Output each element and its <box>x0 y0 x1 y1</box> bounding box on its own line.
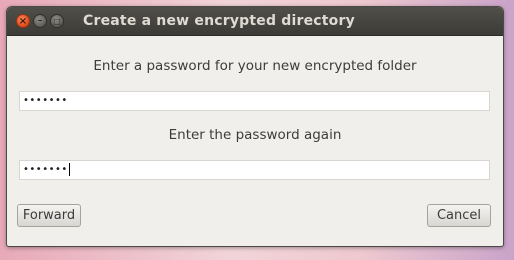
password-prompt-label: Enter a password for your new encrypted … <box>93 58 417 74</box>
window-title: Create a new encrypted directory <box>83 13 355 29</box>
confirm-password-prompt-label: Enter the password again <box>168 127 342 143</box>
confirm-password-field[interactable]: ••••••• <box>19 160 490 180</box>
text-caret <box>68 162 70 176</box>
confirm-password-field-value: ••••••• <box>23 164 68 175</box>
password-field[interactable]: ••••••• <box>19 91 490 111</box>
close-icon[interactable]: × <box>16 14 30 28</box>
cancel-button[interactable]: Cancel <box>427 204 491 227</box>
maximize-icon[interactable]: □ <box>50 14 64 28</box>
dialog-window: × – □ Create a new encrypted directory E… <box>6 6 504 247</box>
password-field-value: ••••••• <box>23 95 68 106</box>
forward-button[interactable]: Forward <box>17 204 81 227</box>
title-bar: × – □ Create a new encrypted directory <box>7 7 503 36</box>
minimize-icon[interactable]: – <box>33 14 47 28</box>
